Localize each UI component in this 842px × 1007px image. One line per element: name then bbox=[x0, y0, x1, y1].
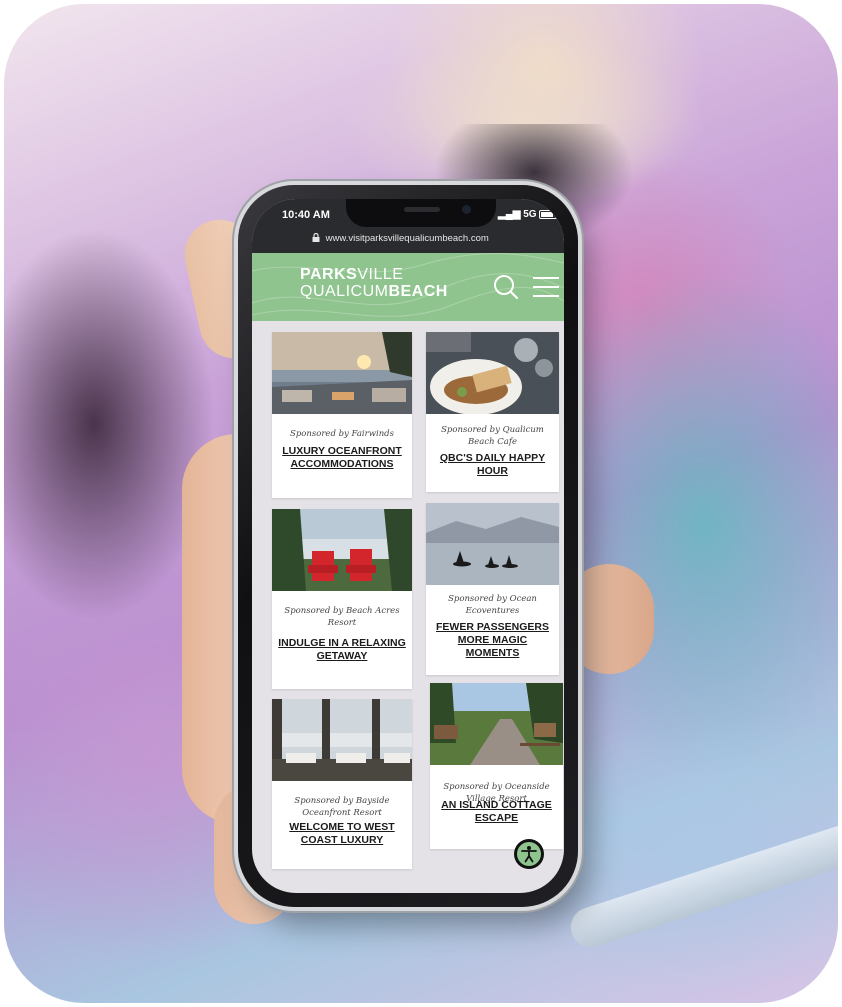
hamburger-menu-icon[interactable] bbox=[532, 275, 560, 299]
card-image-oceanfront-patio bbox=[272, 332, 412, 414]
site-header: PARKSVILLE QUALICUMBEACH bbox=[252, 253, 564, 321]
card-sponsor: Sponsored by Ocean Ecoventures bbox=[448, 594, 537, 616]
card-image-dining-room bbox=[272, 699, 412, 781]
status-time: 10:40 AM bbox=[282, 209, 330, 221]
site-logo-line2[interactable]: QUALICUMBEACH bbox=[300, 284, 448, 300]
card-fairwinds[interactable]: Sponsored by Fairwinds LUXURY OCEANFRONT… bbox=[272, 332, 412, 498]
logo-ville: VILLE bbox=[357, 266, 404, 283]
card-sponsor: Sponsored by Fairwinds bbox=[290, 429, 394, 439]
card-title-link[interactable]: AN ISLAND COTTAGE ESCAPE bbox=[436, 799, 557, 825]
address-bar[interactable]: www.visitparksvillequalicumbeach.com bbox=[312, 232, 489, 244]
card-beach-acres-resort[interactable]: Sponsored by Beach Acres Resort INDULGE … bbox=[272, 509, 412, 689]
front-camera bbox=[462, 205, 471, 214]
network-label: 5G bbox=[523, 209, 537, 220]
card-title-link[interactable]: INDULGE IN A RELAXING GETAWAY bbox=[278, 637, 406, 663]
phone-notch bbox=[346, 199, 496, 227]
card-qualicum-beach-cafe[interactable]: Sponsored by Qualicum Beach Cafe QBC'S D… bbox=[426, 332, 559, 492]
signal-bars-icon: ▂▄▆ bbox=[498, 209, 521, 220]
logo-parks: PARKS bbox=[300, 266, 358, 283]
accessibility-button-face bbox=[517, 842, 541, 866]
speaker-grille bbox=[404, 207, 440, 212]
card-image-orcas bbox=[426, 503, 559, 585]
phone-device: 10:40 AM ▂▄▆ 5G www.visitparksvillequali… bbox=[238, 185, 578, 907]
url-text: www.visitparksvillequalicumbeach.com bbox=[325, 233, 489, 244]
card-ocean-ecoventures[interactable]: Sponsored by Ocean Ecoventures FEWER PAS… bbox=[426, 503, 559, 675]
logo-qualicum: QUALICUM bbox=[300, 283, 389, 300]
battery-icon bbox=[539, 209, 558, 219]
card-title-link[interactable]: QBC'S DAILY HAPPY HOUR bbox=[432, 452, 553, 478]
card-oceanside-village-resort[interactable]: Sponsored by Oceanside Village Resort AN… bbox=[430, 683, 563, 849]
card-bayside-oceanfront-resort[interactable]: Sponsored by Bayside Oceanfront Resort W… bbox=[272, 699, 412, 869]
search-icon[interactable] bbox=[492, 273, 520, 301]
card-sponsor: Sponsored by Beach Acres Resort bbox=[284, 606, 400, 628]
status-network: ▂▄▆ 5G bbox=[498, 209, 558, 220]
site-logo[interactable]: PARKSVILLE bbox=[300, 267, 403, 283]
accessibility-button[interactable] bbox=[514, 839, 544, 869]
card-title-link[interactable]: FEWER PASSENGERS MORE MAGIC MOMENTS bbox=[432, 621, 553, 660]
background-railing bbox=[565, 815, 838, 953]
phone-screen: 10:40 AM ▂▄▆ 5G www.visitparksvillequali… bbox=[252, 199, 564, 893]
card-sponsor: Sponsored by Qualicum Beach Cafe bbox=[441, 425, 544, 447]
logo-beach: BEACH bbox=[388, 283, 448, 300]
lock-icon bbox=[312, 232, 320, 242]
card-image-cottage-road bbox=[430, 683, 563, 765]
card-sponsor: Sponsored by Bayside Oceanfront Resort bbox=[294, 796, 390, 818]
card-title-link[interactable]: LUXURY OCEANFRONT ACCOMMODATIONS bbox=[278, 445, 406, 471]
card-title-link[interactable]: WELCOME TO WEST COAST LUXURY bbox=[278, 821, 406, 847]
card-image-food-plate bbox=[426, 332, 559, 414]
card-image-red-chairs bbox=[272, 509, 412, 591]
accessibility-icon bbox=[521, 846, 537, 863]
